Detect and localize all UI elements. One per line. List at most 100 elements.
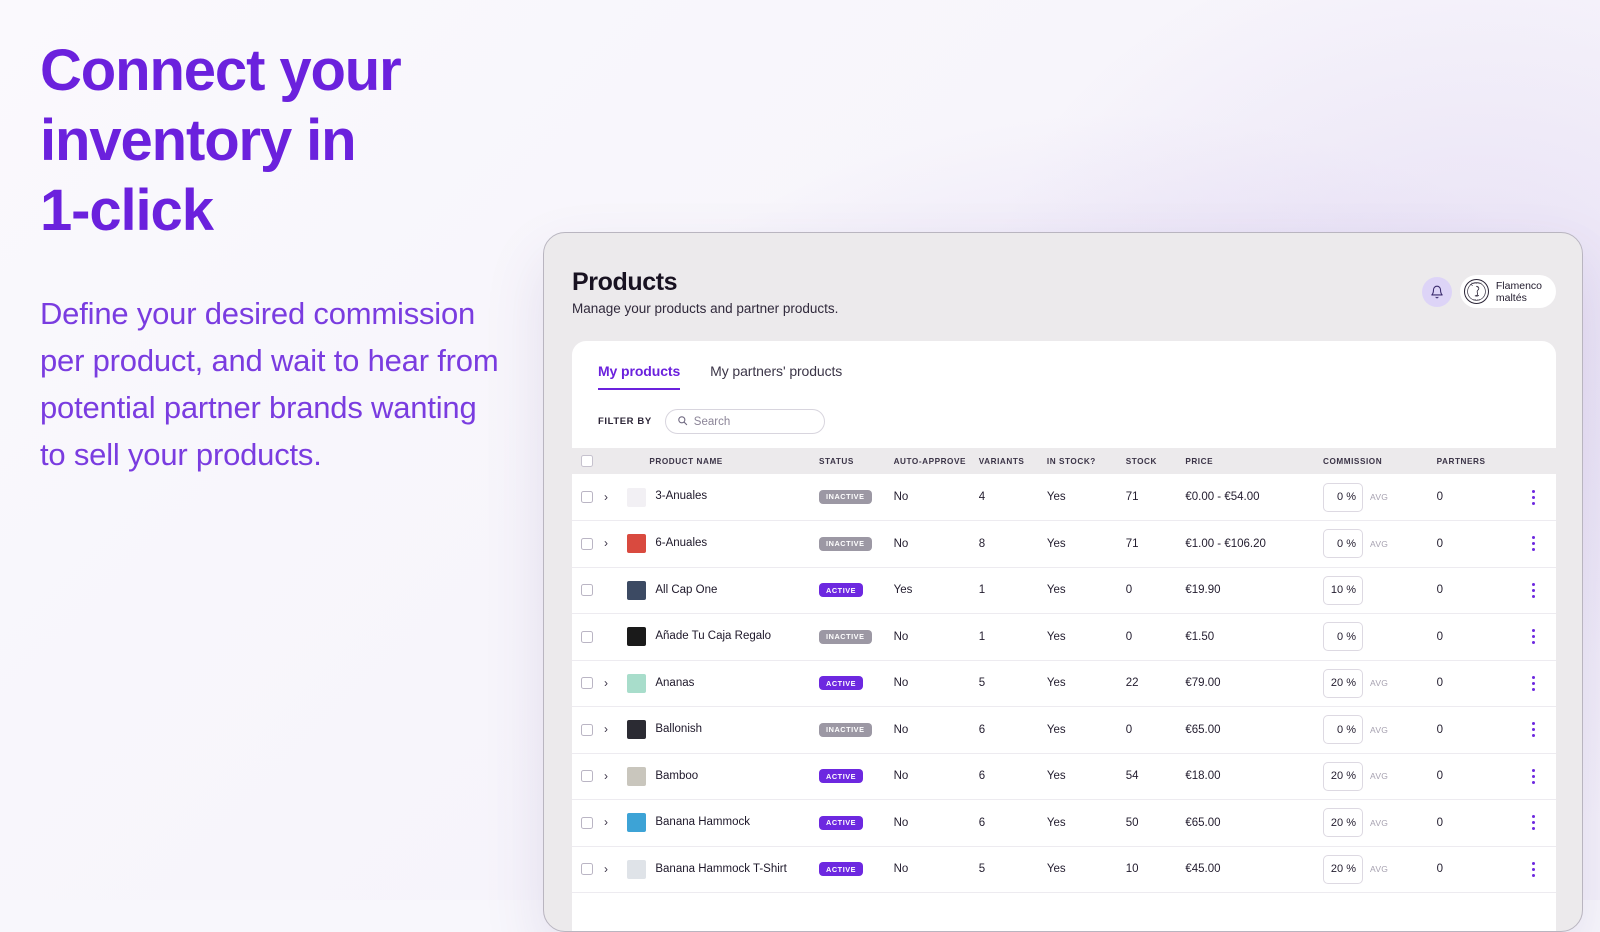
row-status-cell: INACTIVE xyxy=(819,520,894,568)
table-row[interactable]: All Cap One ACTIVE Yes 1 Yes 0 €19.90 10 % 0 xyxy=(572,567,1556,614)
table-row[interactable]: › 6-Anuales INACTIVE No 8 Yes 71 €1.00 - €106… xyxy=(572,520,1556,568)
more-options-icon[interactable] xyxy=(1511,489,1556,505)
more-options-icon[interactable] xyxy=(1511,722,1556,738)
commission-input[interactable]: 20 % xyxy=(1322,808,1363,838)
products-card: My products My partners' products FILTER… xyxy=(572,341,1556,931)
more-options-icon[interactable] xyxy=(1511,861,1556,877)
table-row[interactable]: › Ananas ACTIVE No 5 Yes 22 €79.00 20 % AVG 0 xyxy=(572,660,1556,707)
row-checkbox[interactable] xyxy=(581,770,593,783)
commission-input[interactable]: 0 % xyxy=(1322,529,1363,559)
in-stock-value: Yes xyxy=(1046,863,1066,876)
more-options-icon[interactable] xyxy=(1511,815,1556,831)
partners-value: 0 xyxy=(1436,630,1444,643)
chevron-right-icon[interactable]: › xyxy=(604,815,608,829)
row-status-cell: ACTIVE xyxy=(819,846,894,893)
tablet-frame: Products Manage your products and partne… xyxy=(543,232,1583,932)
commission-input[interactable]: 0 % xyxy=(1322,715,1363,745)
table-header: PRODUCT NAME STATUS AUTO-APPROVE VARIANT… xyxy=(572,448,1556,474)
commission-input[interactable]: 20 % xyxy=(1322,668,1363,698)
chevron-right-icon[interactable]: › xyxy=(604,769,608,783)
row-stock-cell: 10 xyxy=(1125,846,1186,893)
more-options-icon[interactable] xyxy=(1511,675,1556,691)
tab-my-partners-products[interactable]: My partners' products xyxy=(710,363,842,390)
tab-my-products[interactable]: My products xyxy=(598,363,681,390)
column-product-name: PRODUCT NAME xyxy=(627,448,820,474)
column-status: STATUS xyxy=(819,448,894,474)
stock-value: 0 xyxy=(1125,584,1133,597)
row-in-stock-cell: Yes xyxy=(1046,613,1126,661)
row-checkbox[interactable] xyxy=(581,816,593,829)
stock-value: 54 xyxy=(1125,770,1139,783)
chevron-right-icon[interactable]: › xyxy=(604,536,608,550)
row-actions-cell xyxy=(1511,753,1556,800)
product-name: Bamboo xyxy=(655,769,699,782)
row-partners-cell: 0 xyxy=(1436,846,1512,893)
user-menu[interactable]: FLAMENCO MALTES Flamenco maltés xyxy=(1459,275,1556,308)
select-all-checkbox[interactable] xyxy=(581,455,593,467)
row-checkbox[interactable] xyxy=(581,863,593,876)
chevron-right-icon[interactable]: › xyxy=(604,676,608,690)
row-stock-cell: 0 xyxy=(1125,567,1186,614)
partners-value: 0 xyxy=(1436,770,1444,783)
in-stock-value: Yes xyxy=(1046,723,1066,736)
table-row[interactable]: Añade Tu Caja Regalo INACTIVE No 1 Yes 0 €1.5… xyxy=(572,613,1556,661)
variants-value: 5 xyxy=(978,677,986,690)
commission-input[interactable]: 20 % xyxy=(1322,854,1363,884)
table-row[interactable]: › Banana Hammock ACTIVE No 6 Yes 50 €65.00 20… xyxy=(572,799,1556,847)
more-options-icon[interactable] xyxy=(1511,582,1556,598)
row-checkbox[interactable] xyxy=(581,537,593,550)
table-row[interactable]: › Ballonish INACTIVE No 6 Yes 0 €65.00 0 % AV… xyxy=(572,706,1556,754)
column-auto-approve: AUTO-APPROVE xyxy=(893,448,979,474)
table-header-row: PRODUCT NAME STATUS AUTO-APPROVE VARIANT… xyxy=(572,448,1556,474)
table-row[interactable]: › Banana Hammock T-Shirt ACTIVE No 5 Yes 10 €… xyxy=(572,846,1556,893)
chevron-right-icon[interactable]: › xyxy=(604,862,608,876)
product-name: Ballonish xyxy=(655,723,703,735)
table-row[interactable]: › 3-Anuales INACTIVE No 4 Yes 71 €0.00 - €54.… xyxy=(572,474,1556,521)
row-checkbox[interactable] xyxy=(581,677,593,690)
commission-input[interactable]: 10 % xyxy=(1322,575,1363,605)
row-in-stock-cell: Yes xyxy=(1046,567,1126,614)
status-badge: ACTIVE xyxy=(819,769,864,784)
row-expand-cell: › xyxy=(603,753,628,800)
row-checkbox[interactable] xyxy=(581,630,593,643)
product-thumbnail xyxy=(627,673,647,693)
row-price-cell: €79.00 xyxy=(1185,660,1311,707)
commission-input[interactable]: 20 % xyxy=(1322,761,1363,791)
row-auto-approve-cell: No xyxy=(893,660,979,707)
more-options-icon[interactable] xyxy=(1511,768,1556,784)
notifications-button[interactable] xyxy=(1421,276,1452,307)
row-in-stock-cell: Yes xyxy=(1046,520,1126,568)
row-in-stock-cell: Yes xyxy=(1046,846,1126,893)
commission-input[interactable]: 0 % xyxy=(1322,622,1363,652)
row-checkbox[interactable] xyxy=(581,723,593,736)
commission-input[interactable]: 0 % xyxy=(1322,482,1363,512)
row-product-name-cell: Bamboo xyxy=(627,753,820,800)
stock-value: 22 xyxy=(1125,677,1139,690)
row-checkbox[interactable] xyxy=(581,584,593,597)
product-name: Ananas xyxy=(655,676,695,689)
marketing-copy: Connect your inventory in 1-click Define… xyxy=(40,36,510,478)
row-partners-cell: 0 xyxy=(1436,706,1512,754)
row-actions-cell xyxy=(1511,706,1556,754)
search-box[interactable] xyxy=(664,409,825,434)
search-input[interactable] xyxy=(693,415,804,428)
column-in-stock: IN STOCK? xyxy=(1046,448,1126,474)
row-expand-cell xyxy=(603,567,628,614)
product-thumbnail xyxy=(627,720,647,740)
auto-approve-value: No xyxy=(893,816,909,829)
table-row[interactable]: › Bamboo ACTIVE No 6 Yes 54 €18.00 20 % AVG 0 xyxy=(572,753,1556,800)
partners-value: 0 xyxy=(1436,816,1444,829)
price-value: €18.00 xyxy=(1185,770,1221,783)
bell-icon xyxy=(1430,285,1444,299)
row-actions-cell xyxy=(1511,660,1556,707)
auto-approve-value: No xyxy=(893,630,909,643)
row-variants-cell: 6 xyxy=(978,753,1047,800)
more-options-icon[interactable] xyxy=(1511,536,1556,552)
chevron-right-icon[interactable]: › xyxy=(604,490,608,504)
row-partners-cell: 0 xyxy=(1436,799,1512,847)
row-auto-approve-cell: No xyxy=(893,706,979,754)
row-status-cell: ACTIVE xyxy=(819,660,894,707)
row-checkbox[interactable] xyxy=(581,491,593,503)
more-options-icon[interactable] xyxy=(1511,629,1556,645)
chevron-right-icon[interactable]: › xyxy=(604,722,608,736)
